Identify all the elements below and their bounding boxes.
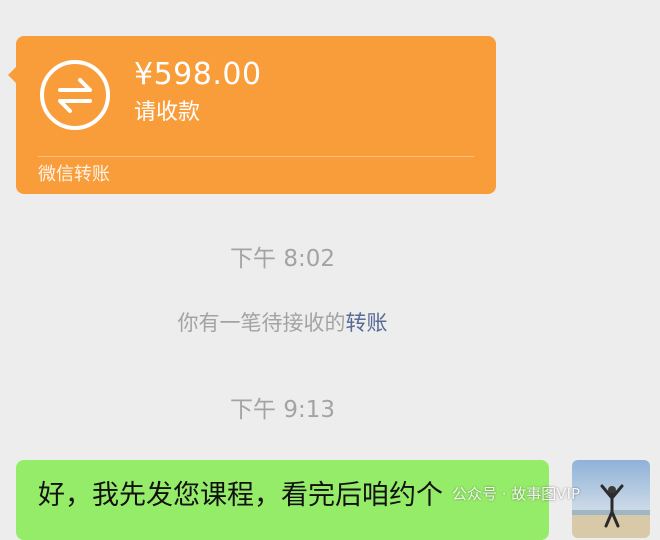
timestamp: 下午 9:13 xyxy=(230,397,335,423)
transfer-amount: ¥598.00 xyxy=(134,57,262,92)
avatar[interactable] xyxy=(572,460,650,538)
transfer-arrows-icon xyxy=(40,60,110,130)
transfer-link[interactable]: 转账 xyxy=(346,311,388,335)
system-message-text: 你有一笔待接收的 xyxy=(177,311,346,335)
transfer-footer-label: 微信转账 xyxy=(38,164,110,185)
transfer-card[interactable]: ¥598.00 请收款 微信转账 xyxy=(8,36,496,194)
watermark: 公众号 · 故事图VIP xyxy=(452,485,581,503)
bubble-tail xyxy=(8,66,17,84)
avatar-image xyxy=(572,460,650,538)
system-message: 你有一笔待接收的转账 xyxy=(0,308,565,338)
divider xyxy=(38,156,474,157)
message-text: 好，我先发您课程，看完后咱约个 xyxy=(38,480,443,511)
timestamp: 下午 8:02 xyxy=(230,246,335,272)
transfer-status: 请收款 xyxy=(134,100,201,125)
